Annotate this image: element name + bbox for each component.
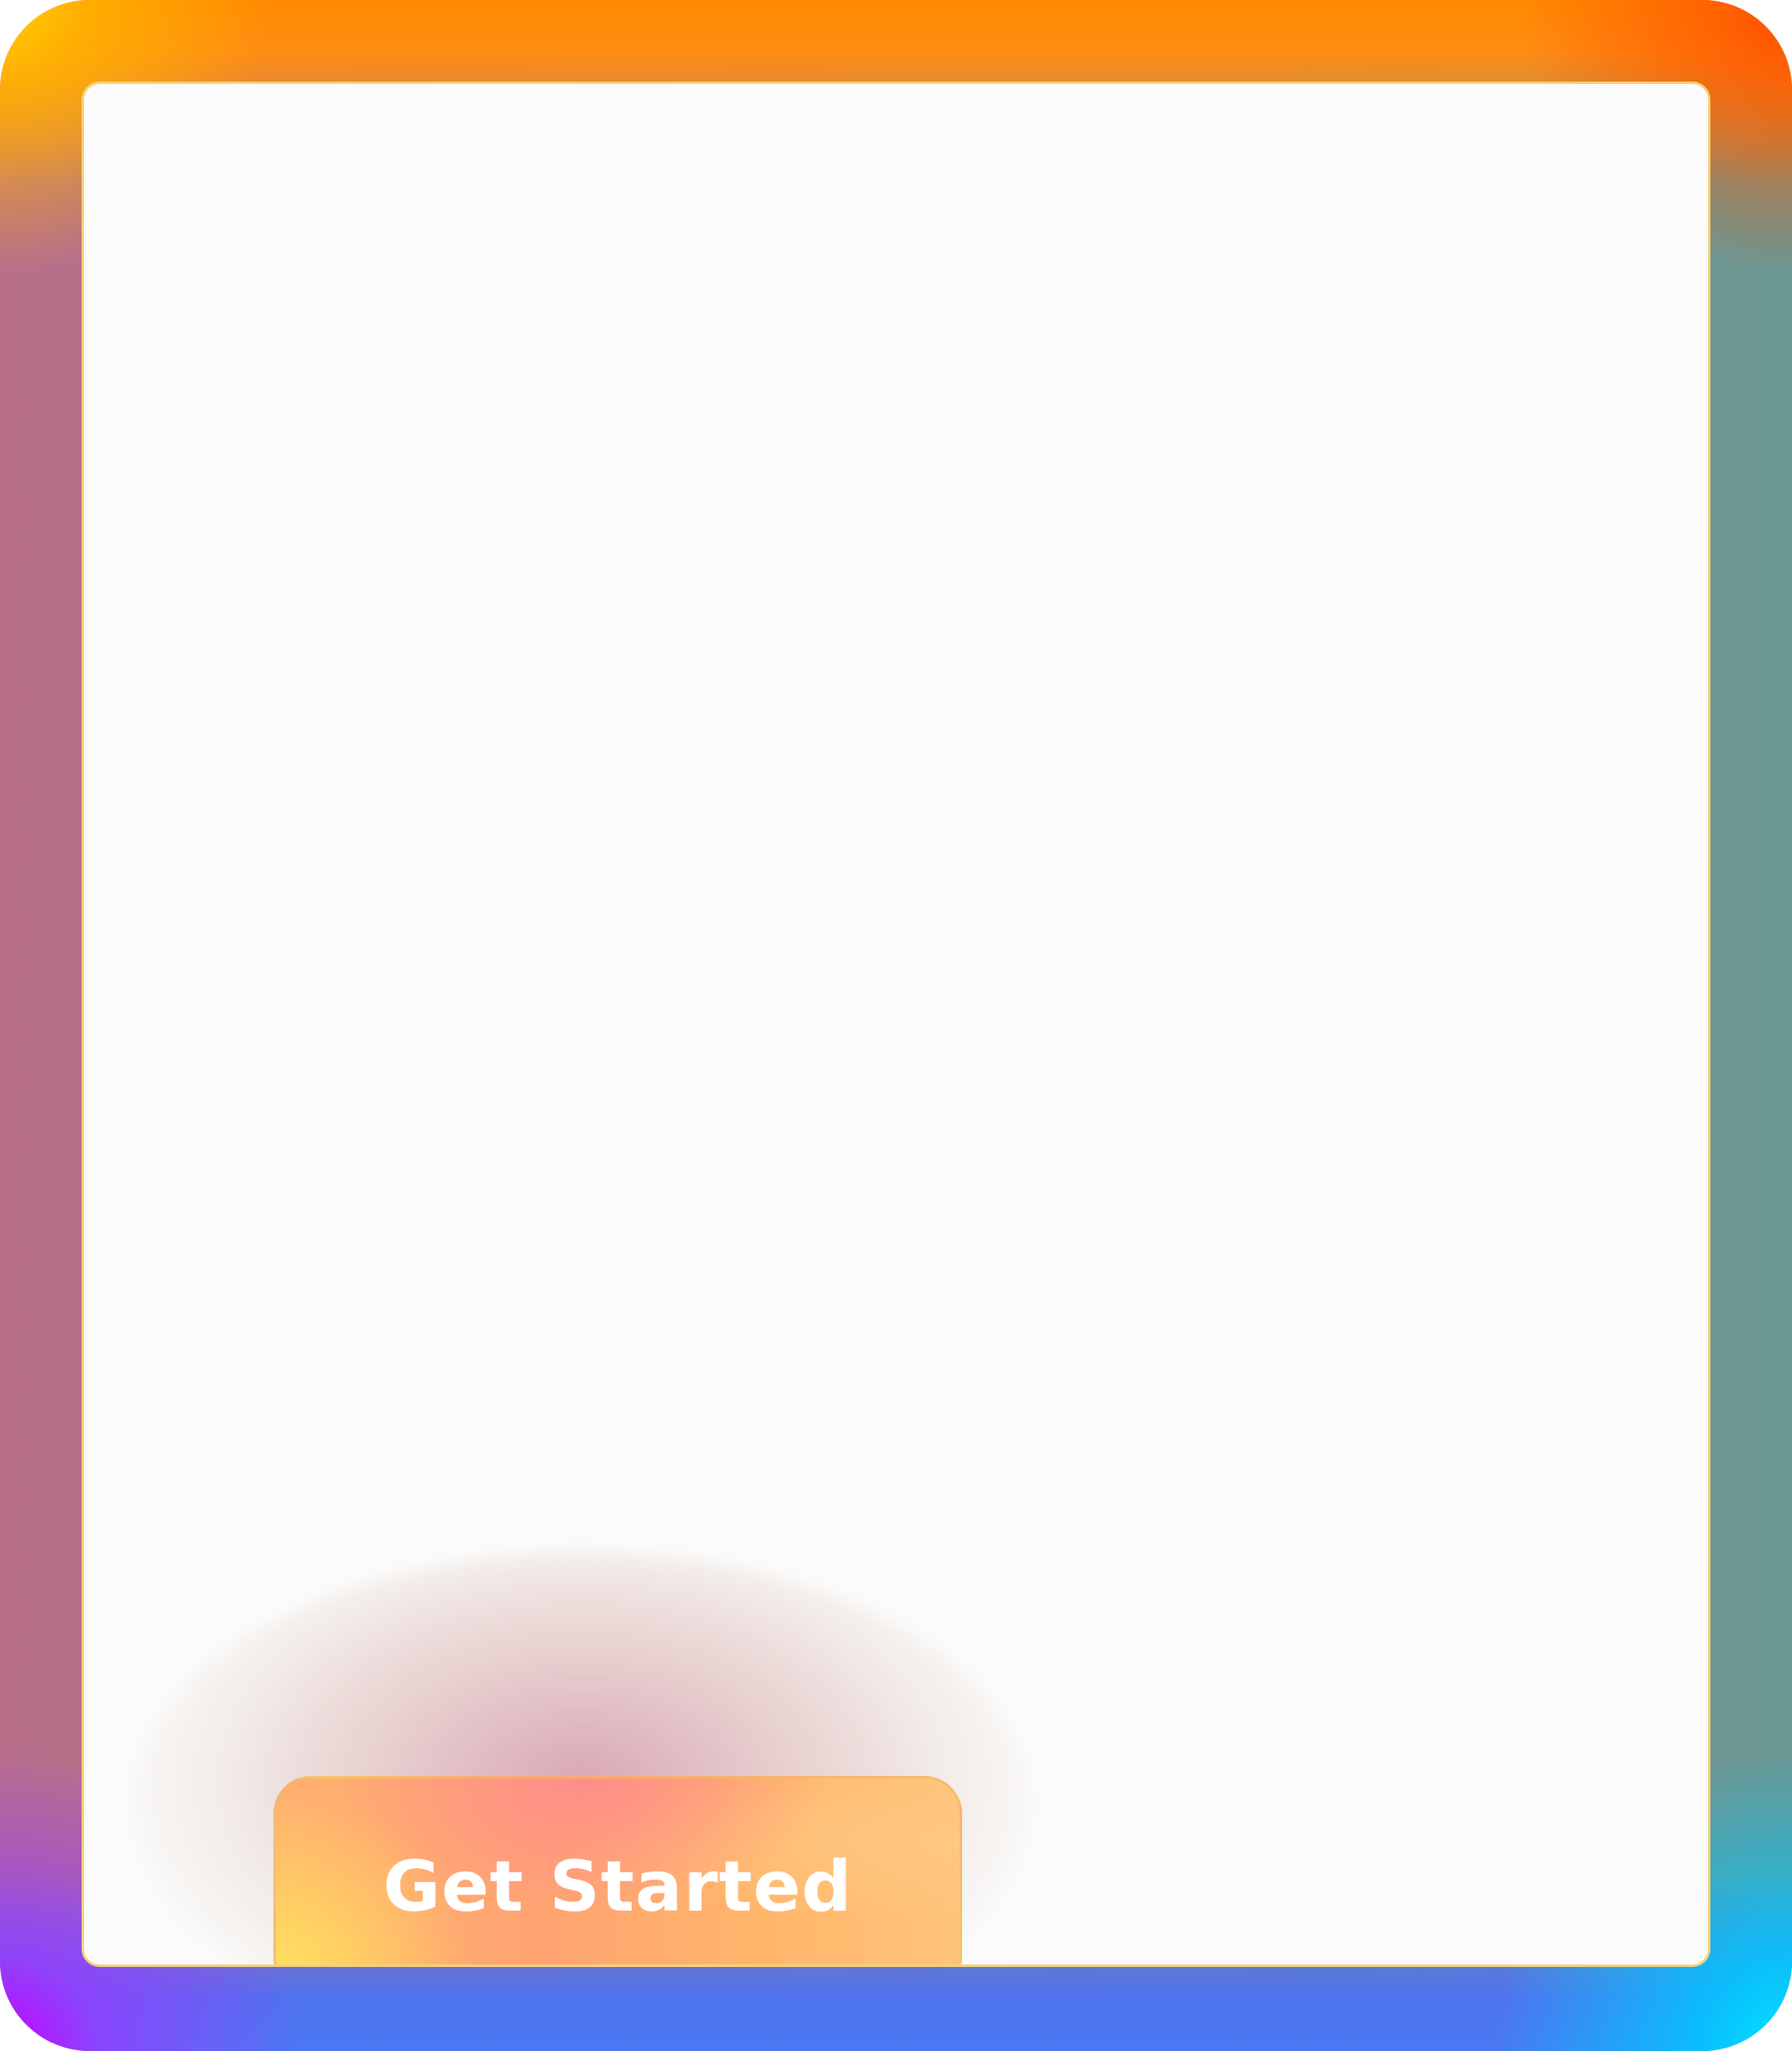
get-started-button[interactable]: Get Started bbox=[273, 1776, 962, 1964]
get-started-button-label: Get Started bbox=[383, 1846, 853, 1928]
content-card: Get Started bbox=[82, 82, 1710, 1967]
